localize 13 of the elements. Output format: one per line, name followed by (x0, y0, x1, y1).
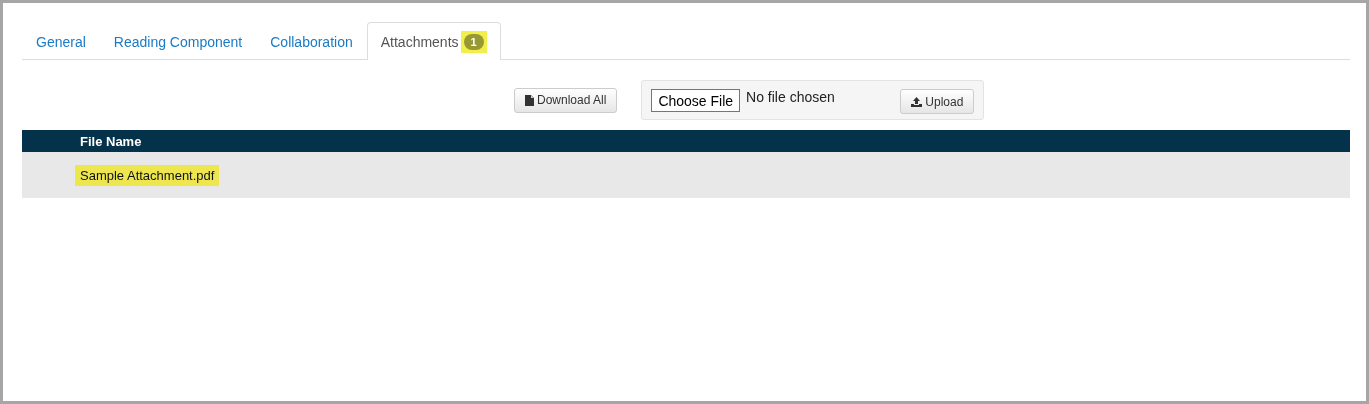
tab[interactable]: Reading Component (99, 22, 257, 60)
download-all-button[interactable]: Download All (514, 87, 618, 113)
tab[interactable]: Collaboration (256, 22, 367, 60)
file-icon (525, 94, 534, 106)
tab[interactable]: General (22, 22, 100, 60)
upload-button[interactable]: Upload (900, 89, 975, 114)
upload-icon (911, 96, 923, 107)
file-name-cell: Sample Attachment.pdf (75, 164, 220, 186)
tab[interactable]: Attachments 1 (366, 22, 501, 60)
column-header: File Name (80, 133, 142, 149)
choose-file-button[interactable]: Choose File (651, 89, 741, 112)
count-badge: 1 (463, 33, 484, 50)
file-status: No file chosen (746, 89, 836, 105)
